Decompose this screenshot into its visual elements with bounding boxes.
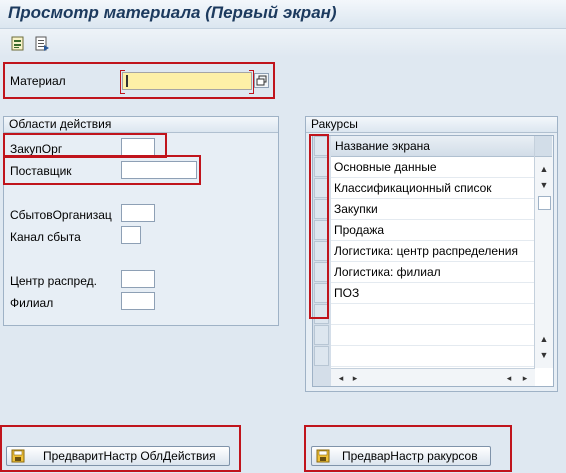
org-levels-icon[interactable] (34, 36, 50, 52)
save-defaults-icon (316, 449, 330, 463)
matchcode-button[interactable] (254, 73, 269, 88)
text-cursor (126, 75, 128, 87)
scroll-up-icon[interactable]: ▲ (536, 162, 552, 176)
view-defaults-button[interactable]: ПредварНастр ракурсов (311, 446, 491, 466)
views-table: Название экрана Основные данные Классифи… (312, 135, 554, 387)
org-levels-title: Области действия (4, 117, 278, 133)
purch-org-label: ЗакупОрг (10, 142, 63, 156)
scroll-right-icon[interactable]: ▸ (347, 371, 363, 385)
purch-org-input[interactable] (121, 138, 155, 156)
table-row[interactable]: Продажа (331, 220, 538, 241)
save-defaults-icon (11, 449, 25, 463)
branch-label: Филиал (10, 296, 54, 310)
scroll-right-end-icon[interactable]: ▸ (517, 371, 533, 385)
matchcode-icon (256, 75, 267, 86)
row-selector[interactable] (314, 325, 329, 345)
table-row[interactable]: Закупки (331, 199, 538, 220)
selector-column-highlight (309, 134, 329, 319)
table-row-empty (331, 346, 538, 367)
table-row[interactable]: ПОЗ (331, 283, 538, 304)
scroll-down-bottom-icon[interactable]: ▼ (536, 348, 552, 362)
distr-center-input[interactable] (121, 270, 155, 288)
scroll-up-bottom-icon[interactable]: ▲ (536, 332, 552, 346)
views-title: Ракурсы (306, 117, 557, 133)
vendor-label: Поставщик (10, 164, 72, 178)
scroll-left-end-icon[interactable]: ◂ (501, 371, 517, 385)
vertical-scrollbar[interactable]: ▲ ▼ ▲ ▼ (534, 136, 553, 368)
scroll-down-icon[interactable]: ▼ (536, 178, 552, 192)
distr-channel-input[interactable] (121, 226, 141, 244)
table-row-empty (331, 325, 538, 346)
table-row-empty (331, 304, 538, 325)
view-defaults-label: ПредварНастр ракурсов (342, 449, 478, 463)
table-row[interactable]: Классификационный список (331, 178, 538, 199)
select-views-icon[interactable] (10, 36, 26, 52)
branch-input[interactable] (121, 292, 155, 310)
table-row[interactable]: Логистика: центр распределения (331, 241, 538, 262)
vendor-input[interactable] (121, 161, 197, 179)
material-label: Материал (10, 74, 66, 88)
page-title: Просмотр материала (Первый экран) (8, 3, 337, 22)
views-group: Ракурсы Название экрана Основные данные … (305, 116, 558, 392)
column-header[interactable]: Название экрана (331, 136, 538, 157)
focus-bracket-left (120, 70, 125, 94)
scroll-thumb[interactable] (538, 196, 551, 210)
org-defaults-button[interactable]: ПредваритНастр ОблДействия (6, 446, 230, 466)
application-toolbar (0, 29, 566, 57)
column-settings-icon[interactable] (535, 136, 552, 157)
sales-org-label: СбытовОрганизац (10, 208, 112, 222)
table-row[interactable]: Основные данные (331, 157, 538, 178)
org-defaults-label: ПредваритНастр ОблДействия (43, 449, 216, 463)
table-row[interactable]: Логистика: филиал (331, 262, 538, 283)
title-bar: Просмотр материала (Первый экран) (0, 0, 566, 29)
distr-channel-label: Канал сбыта (10, 230, 81, 244)
material-input[interactable] (120, 70, 254, 94)
row-selector[interactable] (314, 346, 329, 366)
sales-org-input[interactable] (121, 204, 155, 222)
horizontal-scrollbar[interactable]: ◂ ▸ ◂ ▸ (331, 368, 535, 386)
distr-center-label: Центр распред. (10, 274, 97, 288)
